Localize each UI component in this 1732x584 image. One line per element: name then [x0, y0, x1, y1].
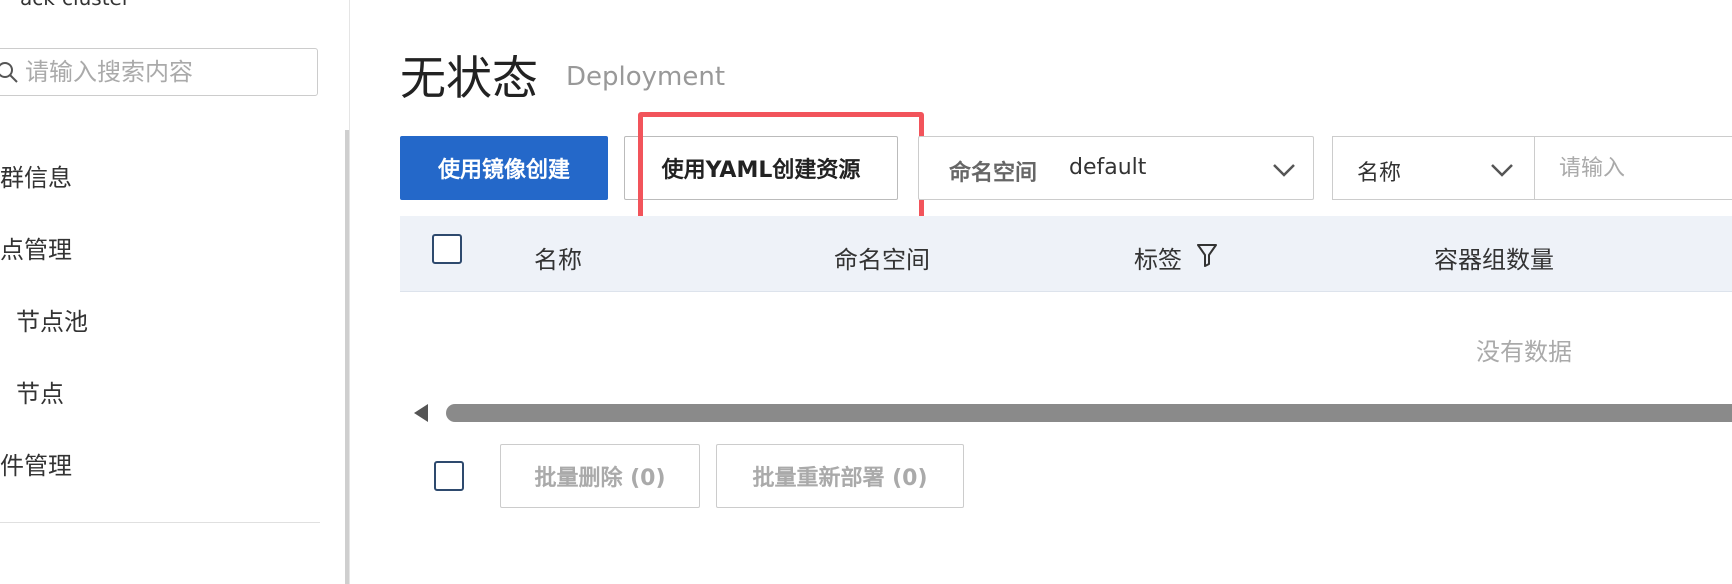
namespace-value: default — [1069, 155, 1147, 180]
create-by-image-button[interactable]: 使用镜像创建 — [400, 136, 608, 200]
select-all-checkbox[interactable] — [432, 234, 462, 264]
sidebar-item-node-pool[interactable]: 节点池 — [16, 302, 88, 337]
create-by-yaml-button[interactable]: 使用YAML创建资源 — [624, 136, 898, 200]
chevron-down-icon — [1491, 164, 1513, 177]
page-subtitle: Deployment — [566, 62, 726, 92]
filter-icon[interactable] — [1196, 242, 1218, 268]
page-title: 无状态 — [400, 51, 538, 105]
sidebar-scrollbar[interactable] — [345, 130, 349, 584]
table-header: 名称 命名空间 标签 容器组数量 — [400, 216, 1732, 292]
sidebar-item-node-management[interactable]: 点管理 — [0, 230, 72, 265]
filter-field-value: 名称 — [1357, 161, 1402, 186]
scroll-left-arrow-icon[interactable] — [412, 402, 430, 424]
sidebar-search-box[interactable] — [0, 48, 318, 96]
horizontal-scrollbar-thumb[interactable] — [446, 404, 1732, 422]
sidebar-search-input[interactable] — [25, 57, 305, 87]
sidebar-divider — [0, 522, 320, 523]
chevron-down-icon — [1273, 164, 1295, 177]
column-header-pod-count[interactable]: 容器组数量 — [1434, 240, 1554, 275]
batch-delete-button[interactable]: 批量删除 (0) — [500, 444, 700, 508]
batch-redeploy-button[interactable]: 批量重新部署 (0) — [716, 444, 964, 508]
sidebar-item-component-management[interactable]: 件管理 — [0, 446, 72, 481]
filter-field-select[interactable]: 名称 — [1332, 136, 1534, 200]
sidebar: ack-cluster 群信息 点管理 节点池 节点 件管理 — [0, 0, 350, 584]
column-header-namespace[interactable]: 命名空间 — [834, 240, 930, 275]
sidebar-item-cluster-info[interactable]: 群信息 — [0, 158, 72, 193]
search-icon — [0, 62, 18, 83]
filter-search-input[interactable] — [1534, 136, 1732, 200]
column-header-name[interactable]: 名称 — [534, 240, 582, 275]
cluster-title: ack-cluster — [20, 0, 130, 10]
batch-select-checkbox[interactable] — [434, 461, 464, 491]
column-header-labels[interactable]: 标签 — [1134, 240, 1182, 275]
namespace-select[interactable]: 命名空间 default — [918, 136, 1314, 200]
empty-state-text: 没有数据 — [1476, 338, 1572, 366]
namespace-label: 命名空间 — [949, 161, 1038, 186]
sidebar-item-node[interactable]: 节点 — [16, 374, 64, 409]
